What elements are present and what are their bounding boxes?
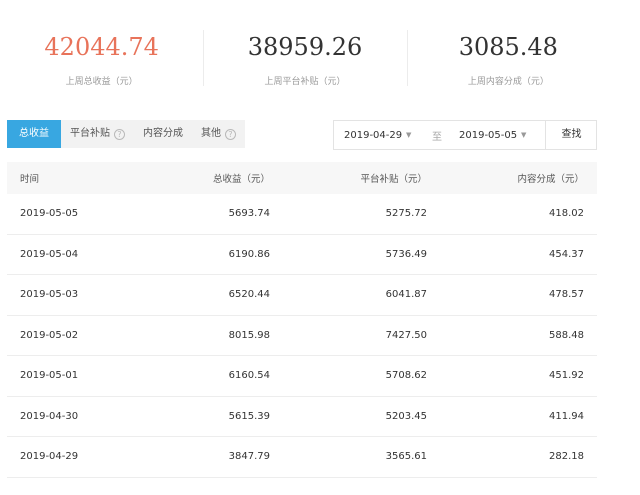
cell-total-income: 6190.86 [228, 248, 270, 260]
table-row: 2019-04-30 5615.39 5203.45 411.94 [7, 397, 597, 437]
help-circle-icon[interactable]: ? [114, 128, 125, 140]
cell-total-income: 5693.74 [228, 208, 270, 220]
table-header: 时间 总收益（元） 平台补贴（元） 内容分成（元） [7, 162, 597, 194]
table-row: 2019-05-03 6520.44 6041.87 478.57 [7, 275, 597, 316]
stat-content-share: 3085.48 上周内容分成（元） [406, 0, 610, 100]
cell-total-income: 8015.98 [228, 329, 270, 341]
cell-platform-subsidy: 5203.45 [385, 410, 427, 422]
cell-content-share: 411.94 [549, 410, 584, 422]
header-platform-subsidy: 平台补贴（元） [360, 174, 427, 185]
help-circle-icon[interactable]: ? [225, 128, 236, 140]
cell-platform-subsidy: 5275.72 [385, 208, 427, 220]
toolbar: 总收益 平台补贴 ? 内容分成 其他 ? 2019-04-29 ▼ 至 2019… [7, 120, 597, 150]
tab-platform-subsidy[interactable]: 平台补贴 ? [61, 120, 134, 148]
tab-other[interactable]: 其他 ? [192, 120, 245, 148]
header-time: 时间 [20, 174, 40, 185]
tab-label: 总收益 [19, 128, 49, 139]
table-row: 2019-05-04 6190.86 5736.49 454.37 [7, 235, 597, 275]
tab-label: 平台补贴 [70, 128, 110, 139]
cell-content-share: 451.92 [549, 370, 584, 382]
stat-label: 上周内容分成（元） [467, 77, 549, 87]
cell-time: 2019-05-01 [20, 370, 79, 382]
table-row: 2019-04-29 3847.79 3565.61 282.18 [7, 437, 597, 478]
range-separator: 至 [432, 131, 442, 143]
cell-platform-subsidy: 7427.50 [385, 329, 427, 341]
income-table: 时间 总收益（元） 平台补贴（元） 内容分成（元） 2019-05-05 5693… [7, 162, 597, 478]
stat-platform-subsidy: 38959.26 上周平台补贴（元） [203, 0, 406, 100]
stat-value: 38959.26 [247, 33, 363, 61]
tab-total-income[interactable]: 总收益 [7, 120, 61, 148]
date-range-picker: 2019-04-29 ▼ 至 2019-05-05 ▼ 查找 [333, 120, 597, 150]
cell-platform-subsidy: 3565.61 [385, 451, 427, 463]
cell-time: 2019-05-04 [20, 248, 79, 260]
table-row: 2019-05-02 8015.98 7427.50 588.48 [7, 316, 597, 356]
cell-time: 2019-05-05 [20, 208, 79, 220]
tab-bar: 总收益 平台补贴 ? 内容分成 其他 ? [7, 120, 245, 148]
cell-content-share: 418.02 [549, 208, 584, 220]
cell-content-share: 478.57 [549, 289, 584, 301]
cell-total-income: 3847.79 [228, 451, 270, 463]
header-content-share: 内容分成（元） [517, 174, 584, 185]
cell-total-income: 5615.39 [228, 410, 270, 422]
tab-label: 内容分成 [143, 128, 183, 139]
caret-down-icon[interactable]: ▼ [521, 131, 526, 139]
cell-platform-subsidy: 5736.49 [385, 248, 427, 260]
table-row: 2019-05-01 6160.54 5708.62 451.92 [7, 356, 597, 397]
cell-platform-subsidy: 5708.62 [385, 370, 427, 382]
cell-platform-subsidy: 6041.87 [385, 289, 427, 301]
start-date-select[interactable]: 2019-04-29 [344, 130, 402, 141]
cell-total-income: 6160.54 [228, 370, 270, 382]
cell-time: 2019-04-30 [20, 410, 79, 422]
cell-content-share: 588.48 [549, 329, 584, 341]
table-row: 2019-05-05 5693.74 5275.72 418.02 [7, 194, 597, 235]
cell-total-income: 6520.44 [228, 289, 270, 301]
end-date-select[interactable]: 2019-05-05 [459, 130, 517, 141]
stat-label: 上周总收益（元） [65, 77, 138, 87]
cell-time: 2019-04-29 [20, 451, 79, 463]
stat-total-income: 42044.74 上周总收益（元） [0, 0, 203, 100]
stat-value: 42044.74 [44, 33, 159, 61]
cell-time: 2019-05-02 [20, 329, 79, 341]
summary-stats: 42044.74 上周总收益（元） 38959.26 上周平台补贴（元） 308… [0, 0, 610, 100]
search-button[interactable]: 查找 [546, 121, 597, 149]
stat-label: 上周平台补贴（元） [264, 77, 346, 87]
stat-value: 3085.48 [458, 33, 558, 61]
table-body: 2019-05-05 5693.74 5275.72 418.02 2019-05-04… [7, 194, 597, 478]
cell-content-share: 454.37 [549, 248, 584, 260]
cell-time: 2019-05-03 [20, 289, 79, 301]
tab-label: 其他 [201, 128, 221, 139]
tab-content-share[interactable]: 内容分成 [134, 120, 192, 148]
cell-content-share: 282.18 [549, 451, 584, 463]
header-total-income: 总收益（元） [212, 174, 270, 185]
caret-down-icon[interactable]: ▼ [406, 131, 411, 139]
